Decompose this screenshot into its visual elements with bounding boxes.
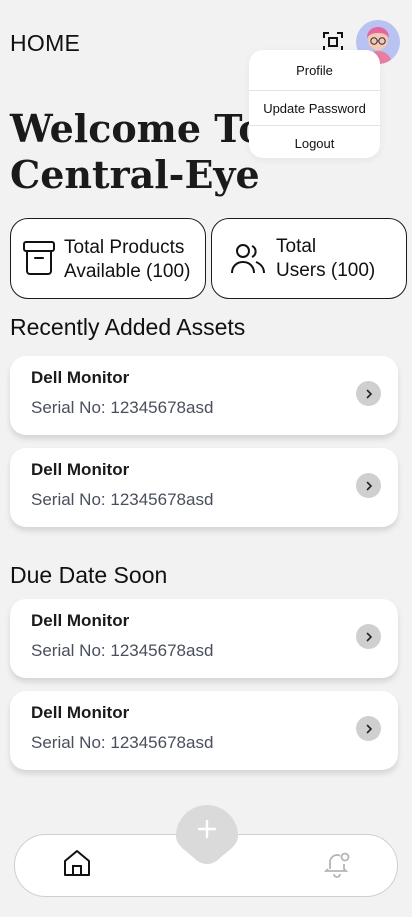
notification-bell-icon[interactable] <box>321 847 353 884</box>
chevron-right-icon[interactable] <box>356 716 381 741</box>
menu-item-update-password[interactable]: Update Password <box>249 90 380 125</box>
recent-assets-title: Recently Added Assets <box>10 314 246 340</box>
asset-serial: Serial No: 12345678asd <box>31 398 214 417</box>
asset-serial: Serial No: 12345678asd <box>31 641 214 660</box>
chevron-right-icon[interactable] <box>356 473 381 498</box>
welcome-line-1: Welcome To <box>10 106 264 151</box>
asset-serial: Serial No: 12345678asd <box>31 733 214 752</box>
total-products-label: Total Products <box>64 237 185 258</box>
asset-name: Dell Monitor <box>31 611 130 630</box>
users-icon <box>230 240 266 281</box>
total-products-value: Available (100) <box>64 261 191 282</box>
asset-name: Dell Monitor <box>31 460 130 479</box>
menu-item-logout[interactable]: Logout <box>249 125 380 158</box>
total-users-text: Total Users (100) <box>276 235 375 283</box>
asset-name: Dell Monitor <box>31 368 130 387</box>
home-icon[interactable] <box>61 847 93 884</box>
archive-box-icon <box>22 239 56 282</box>
total-users-label: Total <box>276 236 317 257</box>
profile-dropdown-menu: Profile Update Password Logout <box>249 50 380 158</box>
welcome-heading: Welcome To Central-Eye <box>10 106 264 198</box>
recent-asset-card-2[interactable]: Dell Monitor Serial No: 12345678asd <box>10 448 398 527</box>
recent-asset-card-1[interactable]: Dell Monitor Serial No: 12345678asd <box>10 356 398 435</box>
total-products-text: Total Products Available (100) <box>64 236 190 284</box>
total-users-card[interactable]: Total Users (100) <box>211 218 407 299</box>
asset-serial: Serial No: 12345678asd <box>31 490 214 509</box>
chevron-right-icon[interactable] <box>356 624 381 649</box>
page-title: HOME <box>10 30 81 56</box>
chevron-right-icon[interactable] <box>356 381 381 406</box>
menu-item-profile[interactable]: Profile <box>249 50 380 90</box>
add-button[interactable] <box>176 804 238 866</box>
due-soon-title: Due Date Soon <box>10 562 168 588</box>
total-products-card[interactable]: Total Products Available (100) <box>10 218 206 299</box>
due-asset-card-2[interactable]: Dell Monitor Serial No: 12345678asd <box>10 691 398 770</box>
asset-name: Dell Monitor <box>31 703 130 722</box>
total-users-value: Users (100) <box>276 260 376 281</box>
welcome-line-2: Central-Eye <box>10 152 260 197</box>
due-asset-card-1[interactable]: Dell Monitor Serial No: 12345678asd <box>10 599 398 678</box>
